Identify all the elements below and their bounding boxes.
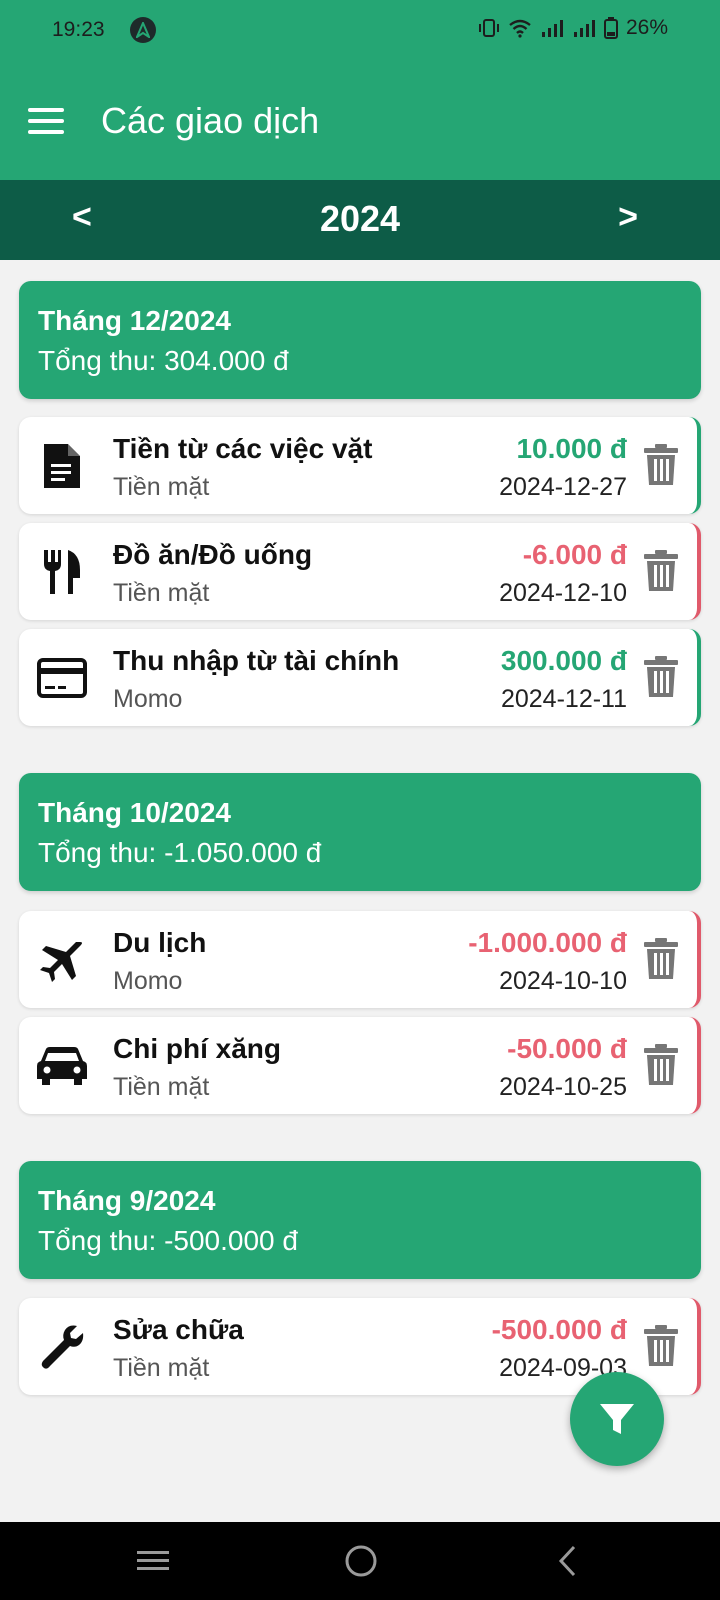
transaction-account: Momo <box>113 685 183 713</box>
month-title: Tháng 12/2024 <box>38 305 231 336</box>
month-total: Tổng thu: -1.050.000 đ <box>38 837 322 868</box>
transaction-date: 2024-10-25 <box>499 1073 627 1101</box>
transaction-date: 2024-12-27 <box>499 473 627 501</box>
system-navigation-bar <box>0 1522 720 1600</box>
fork-knife-icon <box>35 547 89 597</box>
transaction-amount: 300.000 đ <box>500 645 627 676</box>
next-year-button[interactable]: > <box>618 198 638 237</box>
transaction-name: Du lịch <box>113 927 207 958</box>
trash-icon[interactable] <box>643 1043 679 1087</box>
trash-icon[interactable] <box>643 937 679 981</box>
transaction-card[interactable]: Thu nhập từ tài chính Momo 300.000 đ 202… <box>19 629 701 726</box>
transaction-account: Tiền mặt <box>113 1354 210 1382</box>
wifi-icon <box>509 19 531 38</box>
vibrate-icon <box>478 19 499 37</box>
transaction-account: Tiền mặt <box>113 579 210 607</box>
transaction-amount: -50.000 đ <box>507 1033 627 1064</box>
month-total: Tổng thu: -500.000 đ <box>38 1225 298 1256</box>
transaction-account: Momo <box>113 967 183 995</box>
prev-year-button[interactable]: < <box>72 198 92 237</box>
transaction-name: Thu nhập từ tài chính <box>113 645 400 676</box>
filter-icon <box>600 1404 634 1434</box>
year-selector: < 2024 > <box>0 180 720 260</box>
month-header: Tháng 12/2024 Tổng thu: 304.000 đ <box>19 281 701 399</box>
transaction-date: 2024-12-11 <box>500 685 627 713</box>
credit-card-icon <box>35 653 89 703</box>
signal-icon-2 <box>573 20 595 37</box>
month-title: Tháng 10/2024 <box>38 797 231 828</box>
current-year: 2024 <box>319 198 401 239</box>
wrench-icon <box>35 1322 89 1372</box>
transaction-name: Đồ ăn/Đồ uống <box>113 539 313 570</box>
trash-icon[interactable] <box>643 1324 679 1368</box>
transaction-card[interactable]: Tiền từ các việc vặt Tiền mặt 10.000 đ 2… <box>19 417 701 514</box>
transaction-name: Tiền từ các việc vặt <box>113 433 373 464</box>
navigation-app-icon <box>130 17 156 43</box>
transaction-amount: -1.000.000 đ <box>468 927 627 958</box>
filter-button[interactable] <box>570 1372 664 1466</box>
month-title: Tháng 9/2024 <box>38 1185 216 1216</box>
month-header: Tháng 10/2024 Tổng thu: -1.050.000 đ <box>19 773 701 891</box>
transaction-date: 2024-10-10 <box>499 967 627 995</box>
status-time: 19:23 <box>52 18 105 41</box>
car-icon <box>35 1041 89 1091</box>
hamburger-menu-icon[interactable] <box>28 108 64 136</box>
transaction-amount: -500.000 đ <box>491 1314 627 1345</box>
trash-icon[interactable] <box>643 655 679 699</box>
transaction-amount: 10.000 đ <box>516 433 627 464</box>
airplane-icon <box>35 935 89 985</box>
signal-icon <box>541 20 563 37</box>
month-header: Tháng 9/2024 Tổng thu: -500.000 đ <box>19 1161 701 1279</box>
page-title: Các giao dịch <box>101 100 320 141</box>
recent-apps-icon[interactable] <box>136 1544 170 1578</box>
transaction-amount: -6.000 đ <box>522 539 627 570</box>
transaction-account: Tiền mặt <box>113 1073 210 1101</box>
battery-percent: 26% <box>625 16 668 39</box>
back-icon[interactable] <box>552 1544 586 1578</box>
battery-icon <box>603 17 618 39</box>
transaction-card[interactable]: Du lịch Momo -1.000.000 đ 2024-10-10 <box>19 911 701 1008</box>
home-icon[interactable] <box>344 1544 378 1578</box>
transaction-account: Tiền mặt <box>113 473 210 501</box>
status-bar: 19:23 26% <box>0 0 720 62</box>
transaction-name: Sửa chữa <box>113 1314 244 1345</box>
transaction-card[interactable]: Đồ ăn/Đồ uống Tiền mặt -6.000 đ 2024-12-… <box>19 523 701 620</box>
document-icon <box>35 441 89 491</box>
trash-icon[interactable] <box>643 443 679 487</box>
transaction-name: Chi phí xăng <box>113 1033 281 1064</box>
trash-icon[interactable] <box>643 549 679 593</box>
month-total: Tổng thu: 304.000 đ <box>38 345 289 376</box>
transaction-date: 2024-12-10 <box>499 579 627 607</box>
transaction-card[interactable]: Chi phí xăng Tiền mặt -50.000 đ 2024-10-… <box>19 1017 701 1114</box>
app-bar: Các giao dịch <box>0 62 720 180</box>
